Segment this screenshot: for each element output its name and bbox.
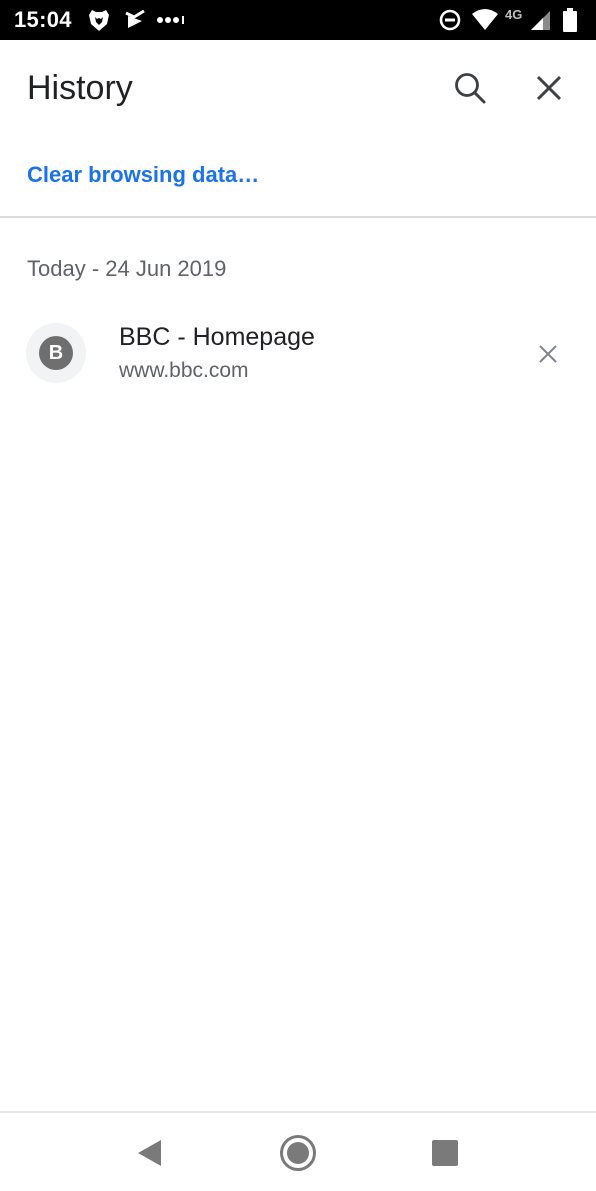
wifi-icon xyxy=(470,0,500,40)
close-button[interactable] xyxy=(523,62,575,114)
close-icon xyxy=(536,75,562,101)
back-button[interactable] xyxy=(121,1127,177,1179)
signal-icon xyxy=(528,0,552,40)
home-button[interactable] xyxy=(270,1127,326,1179)
brave-lion-icon xyxy=(86,0,112,40)
favicon-letter-icon: B xyxy=(39,336,73,370)
remove-icon xyxy=(539,345,557,363)
app-bar: History xyxy=(0,40,596,136)
search-icon xyxy=(455,73,486,104)
divider xyxy=(0,216,596,218)
history-item-title: BBC - Homepage xyxy=(119,323,315,351)
home-icon xyxy=(280,1135,316,1171)
network-type: 4G xyxy=(505,7,523,22)
status-time: 15:04 xyxy=(14,7,72,32)
date-section-header: Today - 24 Jun 2019 xyxy=(27,256,227,281)
page-title: History xyxy=(27,69,133,107)
more-dots-icon xyxy=(156,0,186,40)
history-item-url: www.bbc.com xyxy=(119,359,249,382)
search-button[interactable] xyxy=(444,62,496,114)
history-item[interactable]: B BBC - Homepage www.bbc.com xyxy=(0,306,596,400)
navigation-bar xyxy=(0,1111,596,1191)
recents-button[interactable] xyxy=(417,1127,473,1179)
favicon-container: B xyxy=(26,323,86,383)
vpn-check-icon xyxy=(122,0,148,40)
do-not-disturb-icon xyxy=(438,0,462,40)
clear-browsing-data-link[interactable]: Clear browsing data… xyxy=(27,162,259,188)
status-bar: 15:04 4G xyxy=(0,0,596,40)
remove-item-button[interactable] xyxy=(528,334,568,374)
recents-icon xyxy=(432,1140,458,1166)
battery-icon xyxy=(558,0,582,40)
back-icon xyxy=(138,1140,161,1166)
